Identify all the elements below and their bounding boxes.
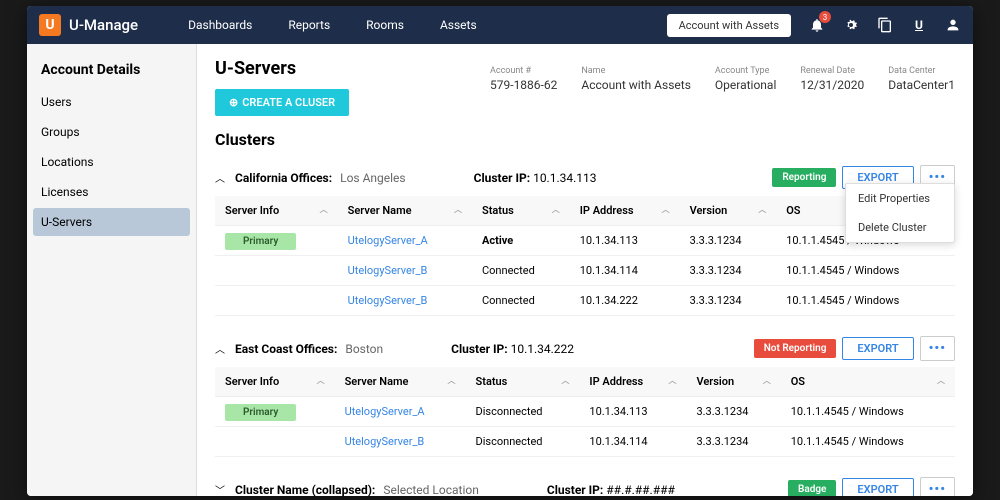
- cluster-header: ︿ East Coast Offices: Boston Cluster IP:…: [215, 330, 955, 367]
- col-header[interactable]: OS︿: [781, 367, 955, 397]
- export-button[interactable]: EXPORT: [842, 337, 913, 360]
- os-cell: 10.1.1.4545 / Windows: [781, 427, 955, 457]
- ip-cell: 10.1.34.113: [570, 226, 680, 256]
- chevron-icon[interactable]: ﹀: [215, 482, 227, 496]
- server-link[interactable]: UtelogyServer_A: [345, 405, 425, 418]
- ip-cell: 10.1.34.222: [570, 286, 680, 316]
- server-link[interactable]: UtelogyServer_B: [345, 435, 425, 448]
- ip-cell: 10.1.34.114: [570, 256, 680, 286]
- cluster-location: Selected Location: [383, 483, 479, 497]
- col-header[interactable]: Version︿: [680, 196, 777, 226]
- export-button[interactable]: EXPORT: [842, 478, 913, 496]
- main-content: U-Servers ⊕CREATE A CLUSER Account #579-…: [197, 44, 973, 496]
- primary-tag: Primary: [225, 404, 296, 421]
- chevron-icon[interactable]: ︿: [215, 170, 227, 185]
- cluster-ip: Cluster IP: 10.1.34.113: [474, 171, 597, 185]
- os-cell: 10.1.1.4545 / Windows: [776, 286, 955, 316]
- cluster-name: East Coast Offices:: [235, 342, 337, 356]
- sidebar: Account Details UsersGroupsLocationsLice…: [27, 44, 197, 496]
- table-row: Primary UtelogyServer_A Disconnected 10.…: [215, 397, 955, 427]
- cluster-ip: Cluster IP: 10.1.34.222: [451, 342, 574, 356]
- primary-tag: Primary: [225, 233, 296, 250]
- cluster-header: ︿ California Offices: Los Angeles Cluste…: [215, 159, 955, 196]
- user-icon[interactable]: [945, 17, 961, 33]
- topbar: U U-Manage DashboardsReportsRoomsAssets …: [27, 6, 973, 44]
- notification-badge: 3: [819, 11, 831, 23]
- u-icon[interactable]: U: [911, 17, 927, 33]
- server-table: Server Info︿Server Name︿Status︿IP Addres…: [215, 196, 955, 316]
- nav-dashboards[interactable]: Dashboards: [188, 18, 252, 32]
- status-cell: Connected: [472, 286, 570, 316]
- account-meta: Account #579-1886-62 NameAccount with As…: [490, 66, 955, 92]
- version-cell: 3.3.3.1234: [680, 226, 777, 256]
- nav-assets[interactable]: Assets: [440, 18, 477, 32]
- col-header[interactable]: Status︿: [466, 367, 580, 397]
- status-pill[interactable]: Badge: [788, 480, 836, 496]
- sidebar-item-licenses[interactable]: Licenses: [33, 178, 190, 206]
- status-cell: Disconnected: [466, 427, 580, 457]
- nav-reports[interactable]: Reports: [288, 18, 330, 32]
- col-header[interactable]: Version︿: [686, 367, 780, 397]
- gear-icon[interactable]: [843, 17, 859, 33]
- sidebar-item-groups[interactable]: Groups: [33, 118, 190, 146]
- brand: U-Manage: [69, 16, 138, 34]
- version-cell: 3.3.3.1234: [686, 397, 780, 427]
- version-cell: 3.3.3.1234: [686, 427, 780, 457]
- table-row: UtelogyServer_B Connected 10.1.34.222 3.…: [215, 286, 955, 316]
- cluster-name: California Offices:: [235, 171, 332, 185]
- server-table: Server Info︿Server Name︿Status︿IP Addres…: [215, 367, 955, 457]
- version-cell: 3.3.3.1234: [680, 256, 777, 286]
- col-header[interactable]: Server Info︿: [215, 367, 335, 397]
- cluster-location: Los Angeles: [340, 171, 406, 185]
- ip-cell: 10.1.34.114: [579, 427, 686, 457]
- server-link[interactable]: UtelogyServer_A: [348, 234, 428, 247]
- status-cell: Active: [472, 226, 570, 256]
- cluster-location: Boston: [345, 342, 383, 356]
- col-header[interactable]: IP Address︿: [570, 196, 680, 226]
- dropdown-item[interactable]: Edit Properties: [846, 184, 954, 213]
- cluster-ip: Cluster IP: ##.#.##.###: [547, 483, 675, 497]
- version-cell: 3.3.3.1234: [680, 286, 777, 316]
- status-pill[interactable]: Reporting: [772, 168, 836, 187]
- os-cell: 10.1.1.4545 / Windows: [776, 256, 955, 286]
- account-button[interactable]: Account with Assets: [667, 14, 791, 37]
- copy-icon[interactable]: [877, 17, 893, 33]
- cluster-header: ﹀ Cluster Name (collapsed): Selected Loc…: [215, 471, 955, 496]
- dropdown-item[interactable]: Delete Cluster: [846, 213, 954, 242]
- table-row: UtelogyServer_B Connected 10.1.34.114 3.…: [215, 256, 955, 286]
- os-cell: 10.1.1.4545 / Windows: [781, 397, 955, 427]
- col-header[interactable]: Server Info︿: [215, 196, 338, 226]
- sidebar-item-locations[interactable]: Locations: [33, 148, 190, 176]
- logo: U: [39, 14, 61, 36]
- col-header[interactable]: Server Name︿: [335, 367, 466, 397]
- nav-rooms[interactable]: Rooms: [366, 18, 404, 32]
- more-button[interactable]: •••: [920, 477, 955, 496]
- main-nav: Dashboards Reports Rooms Assets: [188, 18, 477, 32]
- chevron-icon[interactable]: ︿: [215, 341, 227, 356]
- section-title: Clusters: [215, 130, 955, 149]
- status-cell: Connected: [472, 256, 570, 286]
- sidebar-item-u-servers[interactable]: U-Servers: [33, 208, 190, 236]
- sidebar-item-users[interactable]: Users: [33, 88, 190, 116]
- status-cell: Disconnected: [466, 397, 580, 427]
- bell-icon[interactable]: 3: [809, 17, 825, 33]
- more-button[interactable]: •••: [920, 336, 955, 361]
- sidebar-title: Account Details: [33, 56, 190, 84]
- col-header[interactable]: Status︿: [472, 196, 570, 226]
- server-link[interactable]: UtelogyServer_B: [348, 294, 428, 307]
- status-pill[interactable]: Not Reporting: [754, 339, 837, 358]
- more-dropdown: Edit PropertiesDelete Cluster: [845, 183, 955, 243]
- table-row: Primary UtelogyServer_A Active 10.1.34.1…: [215, 226, 955, 256]
- ip-cell: 10.1.34.113: [579, 397, 686, 427]
- create-cluster-button[interactable]: ⊕CREATE A CLUSER: [215, 89, 349, 116]
- col-header[interactable]: Server Name︿: [338, 196, 472, 226]
- plus-icon: ⊕: [229, 96, 238, 109]
- server-link[interactable]: UtelogyServer_B: [348, 264, 428, 277]
- col-header[interactable]: IP Address︿: [579, 367, 686, 397]
- table-row: UtelogyServer_B Disconnected 10.1.34.114…: [215, 427, 955, 457]
- cluster-name: Cluster Name (collapsed):: [235, 483, 375, 497]
